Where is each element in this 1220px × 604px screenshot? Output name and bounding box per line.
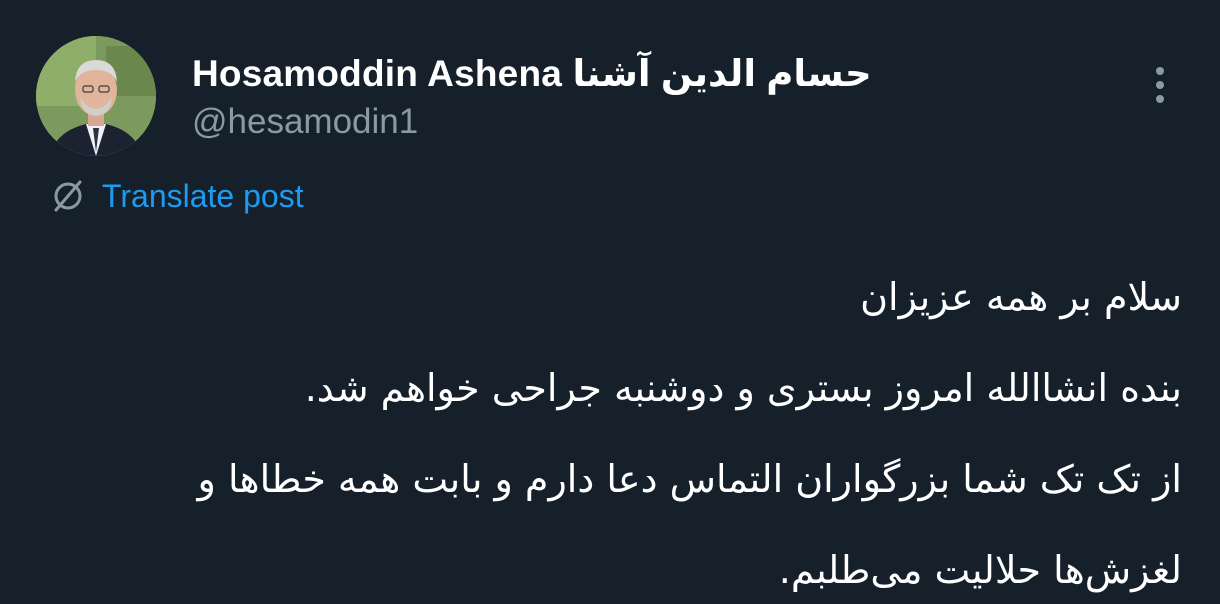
vertical-ellipsis-icon xyxy=(1156,67,1164,103)
post-text: سلام بر همه عزیزان بنده انشاالله امروز ب… xyxy=(62,252,1182,604)
globe-translate-icon xyxy=(48,176,88,216)
display-name[interactable]: Hosamoddin Ashena حسام الدين آشنا xyxy=(192,52,872,95)
post-line: سلام بر همه عزیزان xyxy=(860,275,1182,319)
post-line: از تک تک شما بزرگواران التماس دعا دارم و… xyxy=(197,457,1182,501)
user-handle[interactable]: @hesamodin1 xyxy=(192,102,418,142)
avatar[interactable] xyxy=(36,36,156,156)
profile-photo xyxy=(36,36,156,156)
translate-post-button[interactable]: Translate post xyxy=(48,174,304,218)
more-options-button[interactable] xyxy=(1142,62,1178,108)
post-line: بنده انشاالله امروز بستری و دوشنبه جراحی… xyxy=(304,366,1182,410)
translate-post-label: Translate post xyxy=(102,177,304,214)
post-line: لغزش‌ها حلالیت می‌طلبم. xyxy=(778,548,1182,592)
